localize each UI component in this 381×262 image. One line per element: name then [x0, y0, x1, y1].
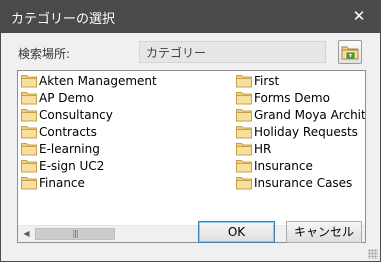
folder-icon [21, 125, 37, 139]
category-label: Insurance Cases [254, 176, 353, 191]
dialog-window: カテゴリーの選択 ✕ 検索場所: カテゴリー Akten Management A… [0, 0, 381, 262]
category-list-item[interactable]: Contracts [21, 123, 97, 140]
folder-icon [21, 91, 37, 105]
category-list-item[interactable]: Insurance [236, 158, 313, 175]
close-icon: ✕ [352, 7, 366, 25]
scroll-left-arrow[interactable]: ◀ [18, 226, 35, 242]
category-list-item[interactable]: Insurance Cases [236, 175, 352, 192]
dialog-title: カテゴリーの選択 [11, 12, 116, 27]
category-label: Holiday Requests [254, 124, 358, 139]
category-list-item[interactable]: E-learning [21, 140, 100, 157]
category-list-item[interactable]: Akten Management [21, 72, 157, 89]
title-bar[interactable]: カテゴリーの選択 ✕ [0, 0, 381, 33]
search-location-label: 検索場所: [18, 47, 71, 61]
category-list-item[interactable]: E-sign UC2 [21, 158, 104, 175]
folder-icon [21, 160, 37, 173]
cancel-button[interactable]: キャンセル [286, 221, 362, 243]
category-list-item[interactable]: Finance [21, 175, 85, 192]
folder-icon [236, 74, 252, 87]
category-label: Insurance [254, 159, 313, 173]
category-list-item[interactable]: AP Demo [21, 89, 94, 106]
category-label: Consultancy [39, 107, 113, 122]
close-button[interactable]: ✕ [347, 5, 371, 27]
folder-icon [21, 108, 37, 122]
category-label: Forms Demo [254, 90, 330, 105]
folder-icon [236, 91, 252, 105]
category-list-item[interactable]: First [236, 72, 279, 89]
category-label: E-sign UC2 [39, 159, 105, 173]
category-list[interactable]: Akten Management AP Demo Consultancy Contra… [17, 70, 366, 243]
folder-icon [236, 142, 252, 156]
scrollbar-thumb[interactable]: ||| [35, 228, 115, 240]
category-label: Contracts [39, 124, 97, 139]
browse-folder-button[interactable] [338, 40, 362, 64]
category-label: Finance [39, 176, 85, 191]
folder-icon [21, 74, 37, 87]
category-list-item[interactable]: Consultancy [21, 106, 113, 123]
category-list-item[interactable]: Forms Demo [236, 89, 330, 106]
folder-icon [236, 177, 252, 190]
category-label: Akten Management [39, 73, 157, 88]
folder-icon [21, 142, 37, 156]
category-label: HR [254, 141, 272, 156]
search-location-field: カテゴリー [139, 41, 326, 63]
new-folder-icon [341, 46, 359, 60]
resize-grip[interactable] [368, 249, 378, 259]
category-label: Grand Moya Architects [254, 107, 365, 122]
category-label: E-learning [39, 141, 100, 156]
category-list-item[interactable]: Grand Moya Architects [236, 106, 365, 123]
dialog-body: 検索場所: カテゴリー Akten Management AP Demo Consu… [1, 33, 380, 261]
ok-button[interactable]: OK [198, 221, 275, 243]
folder-icon [236, 125, 252, 139]
folder-icon [21, 177, 37, 190]
category-label: First [254, 73, 280, 88]
category-list-item[interactable]: Holiday Requests [236, 123, 358, 140]
category-list-item[interactable]: HR [236, 140, 271, 157]
folder-icon [236, 160, 252, 173]
category-items: Akten Management AP Demo Consultancy Contra… [18, 71, 365, 225]
folder-icon [236, 108, 252, 122]
category-label: AP Demo [39, 90, 94, 105]
